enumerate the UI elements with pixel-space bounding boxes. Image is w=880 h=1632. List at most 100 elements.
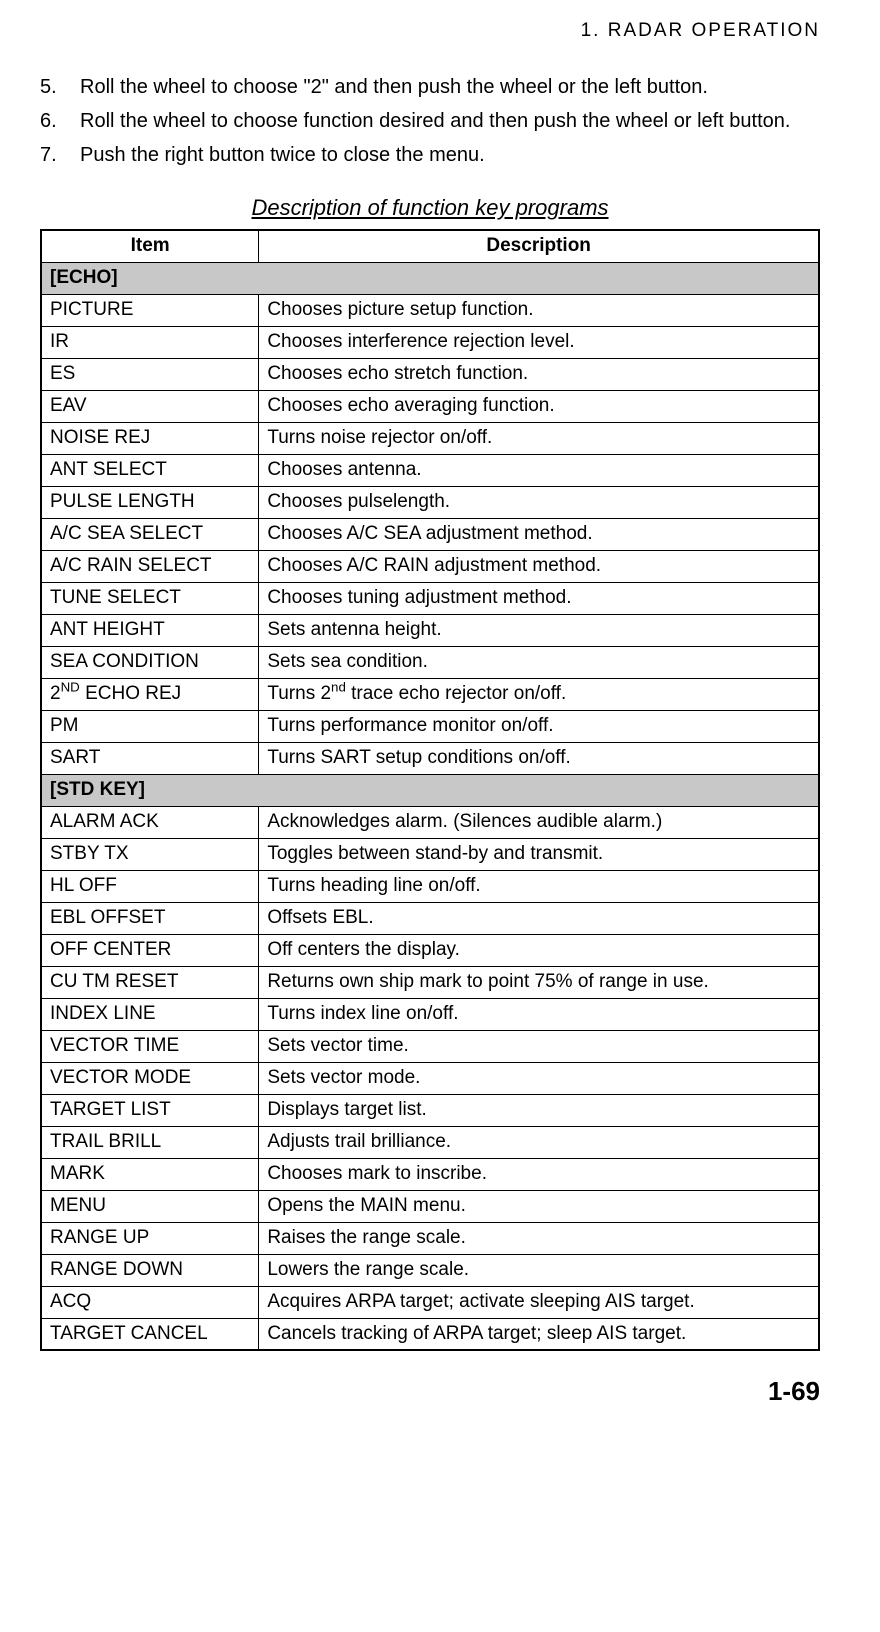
cell-description: Turns heading line on/off. — [259, 870, 819, 902]
cell-item: PM — [41, 710, 259, 742]
cell-item: INDEX LINE — [41, 998, 259, 1030]
cell-item: VECTOR MODE — [41, 1062, 259, 1094]
cell-description: Chooses tuning adjustment method. — [259, 582, 819, 614]
cell-item: MARK — [41, 1158, 259, 1190]
cell-item: TARGET CANCEL — [41, 1318, 259, 1350]
table-row: TRAIL BRILLAdjusts trail brilliance. — [41, 1126, 819, 1158]
table-row: TARGET CANCELCancels tracking of ARPA ta… — [41, 1318, 819, 1350]
cell-item: STBY TX — [41, 838, 259, 870]
cell-item: TARGET LIST — [41, 1094, 259, 1126]
cell-description: Raises the range scale. — [259, 1222, 819, 1254]
table-row: INDEX LINETurns index line on/off. — [41, 998, 819, 1030]
cell-description: Chooses interference rejection level. — [259, 326, 819, 358]
table-row: SEA CONDITIONSets sea condition. — [41, 646, 819, 678]
cell-description: Lowers the range scale. — [259, 1254, 819, 1286]
table-row: ACQAcquires ARPA target; activate sleepi… — [41, 1286, 819, 1318]
table-row: TUNE SELECTChooses tuning adjustment met… — [41, 582, 819, 614]
cell-description: Chooses picture setup function. — [259, 294, 819, 326]
cell-item: PICTURE — [41, 294, 259, 326]
cell-description: Sets antenna height. — [259, 614, 819, 646]
cell-description: Chooses echo stretch function. — [259, 358, 819, 390]
cell-description: Acquires ARPA target; activate sleeping … — [259, 1286, 819, 1318]
table-section-label: [ECHO] — [41, 262, 819, 294]
table-row: A/C SEA SELECTChooses A/C SEA adjustment… — [41, 518, 819, 550]
table-section-row: [ECHO] — [41, 262, 819, 294]
page: 1. RADAR OPERATION Roll the wheel to cho… — [0, 0, 880, 1427]
cell-description: Adjusts trail brilliance. — [259, 1126, 819, 1158]
cell-item: CU TM RESET — [41, 966, 259, 998]
cell-item: ES — [41, 358, 259, 390]
table-row: ALARM ACKAcknowledges alarm. (Silences a… — [41, 806, 819, 838]
table-row: VECTOR TIMESets vector time. — [41, 1030, 819, 1062]
cell-item: SART — [41, 742, 259, 774]
cell-description: Turns 2nd trace echo rejector on/off. — [259, 678, 819, 710]
table-row: OFF CENTEROff centers the display. — [41, 934, 819, 966]
cell-item: EBL OFFSET — [41, 902, 259, 934]
cell-description: Turns noise rejector on/off. — [259, 422, 819, 454]
cell-description: Turns SART setup conditions on/off. — [259, 742, 819, 774]
cell-item: MENU — [41, 1190, 259, 1222]
table-section-row: [STD KEY] — [41, 774, 819, 806]
table-row: TARGET LISTDisplays target list. — [41, 1094, 819, 1126]
table-row: CU TM RESETReturns own ship mark to poin… — [41, 966, 819, 998]
page-header: 1. RADAR OPERATION — [40, 20, 820, 42]
cell-description: Turns performance monitor on/off. — [259, 710, 819, 742]
cell-item: A/C SEA SELECT — [41, 518, 259, 550]
cell-item: SEA CONDITION — [41, 646, 259, 678]
step-list: Roll the wheel to choose "2" and then pu… — [40, 72, 820, 170]
cell-description: Acknowledges alarm. (Silences audible al… — [259, 806, 819, 838]
table-row: PULSE LENGTHChooses pulselength. — [41, 486, 819, 518]
cell-item: TRAIL BRILL — [41, 1126, 259, 1158]
cell-description: Returns own ship mark to point 75% of ra… — [259, 966, 819, 998]
step-item: Push the right button twice to close the… — [40, 140, 820, 170]
table-body: [ECHO]PICTUREChooses picture setup funct… — [41, 262, 819, 1350]
cell-description: Chooses echo averaging function. — [259, 390, 819, 422]
table-row: A/C RAIN SELECTChooses A/C RAIN adjustme… — [41, 550, 819, 582]
page-number: 1-69 — [40, 1376, 820, 1407]
table-section-label: [STD KEY] — [41, 774, 819, 806]
table-row: IRChooses interference rejection level. — [41, 326, 819, 358]
cell-description: Turns index line on/off. — [259, 998, 819, 1030]
cell-item: NOISE REJ — [41, 422, 259, 454]
cell-description: Chooses antenna. — [259, 454, 819, 486]
table-row: ANT SELECTChooses antenna. — [41, 454, 819, 486]
table-row: HL OFFTurns heading line on/off. — [41, 870, 819, 902]
table-row: MARKChooses mark to inscribe. — [41, 1158, 819, 1190]
cell-item: 2ND ECHO REJ — [41, 678, 259, 710]
cell-item: RANGE DOWN — [41, 1254, 259, 1286]
table-header-row: Item Description — [41, 230, 819, 262]
table-row: EBL OFFSETOffsets EBL. — [41, 902, 819, 934]
cell-description: Sets vector mode. — [259, 1062, 819, 1094]
cell-description: Sets vector time. — [259, 1030, 819, 1062]
table-row: ESChooses echo stretch function. — [41, 358, 819, 390]
step-item: Roll the wheel to choose "2" and then pu… — [40, 72, 820, 102]
cell-description: Chooses mark to inscribe. — [259, 1158, 819, 1190]
cell-item: ANT HEIGHT — [41, 614, 259, 646]
table-row: ANT HEIGHTSets antenna height. — [41, 614, 819, 646]
cell-description: Offsets EBL. — [259, 902, 819, 934]
cell-description: Toggles between stand-by and transmit. — [259, 838, 819, 870]
cell-description: Opens the MAIN menu. — [259, 1190, 819, 1222]
cell-item: EAV — [41, 390, 259, 422]
cell-description: Sets sea condition. — [259, 646, 819, 678]
step-item: Roll the wheel to choose function desire… — [40, 106, 820, 136]
table-row: VECTOR MODESets vector mode. — [41, 1062, 819, 1094]
col-header-description: Description — [259, 230, 819, 262]
table-row: SARTTurns SART setup conditions on/off. — [41, 742, 819, 774]
table-row: PMTurns performance monitor on/off. — [41, 710, 819, 742]
cell-description: Chooses pulselength. — [259, 486, 819, 518]
cell-item: VECTOR TIME — [41, 1030, 259, 1062]
cell-item: PULSE LENGTH — [41, 486, 259, 518]
cell-item: ANT SELECT — [41, 454, 259, 486]
cell-item: HL OFF — [41, 870, 259, 902]
table-row: 2ND ECHO REJTurns 2nd trace echo rejecto… — [41, 678, 819, 710]
table-row: EAVChooses echo averaging function. — [41, 390, 819, 422]
cell-description: Off centers the display. — [259, 934, 819, 966]
cell-item: TUNE SELECT — [41, 582, 259, 614]
cell-item: A/C RAIN SELECT — [41, 550, 259, 582]
cell-description: Chooses A/C SEA adjustment method. — [259, 518, 819, 550]
table-row: RANGE UPRaises the range scale. — [41, 1222, 819, 1254]
function-key-table: Item Description [ECHO]PICTUREChooses pi… — [40, 229, 820, 1351]
table-row: RANGE DOWNLowers the range scale. — [41, 1254, 819, 1286]
table-row: NOISE REJTurns noise rejector on/off. — [41, 422, 819, 454]
